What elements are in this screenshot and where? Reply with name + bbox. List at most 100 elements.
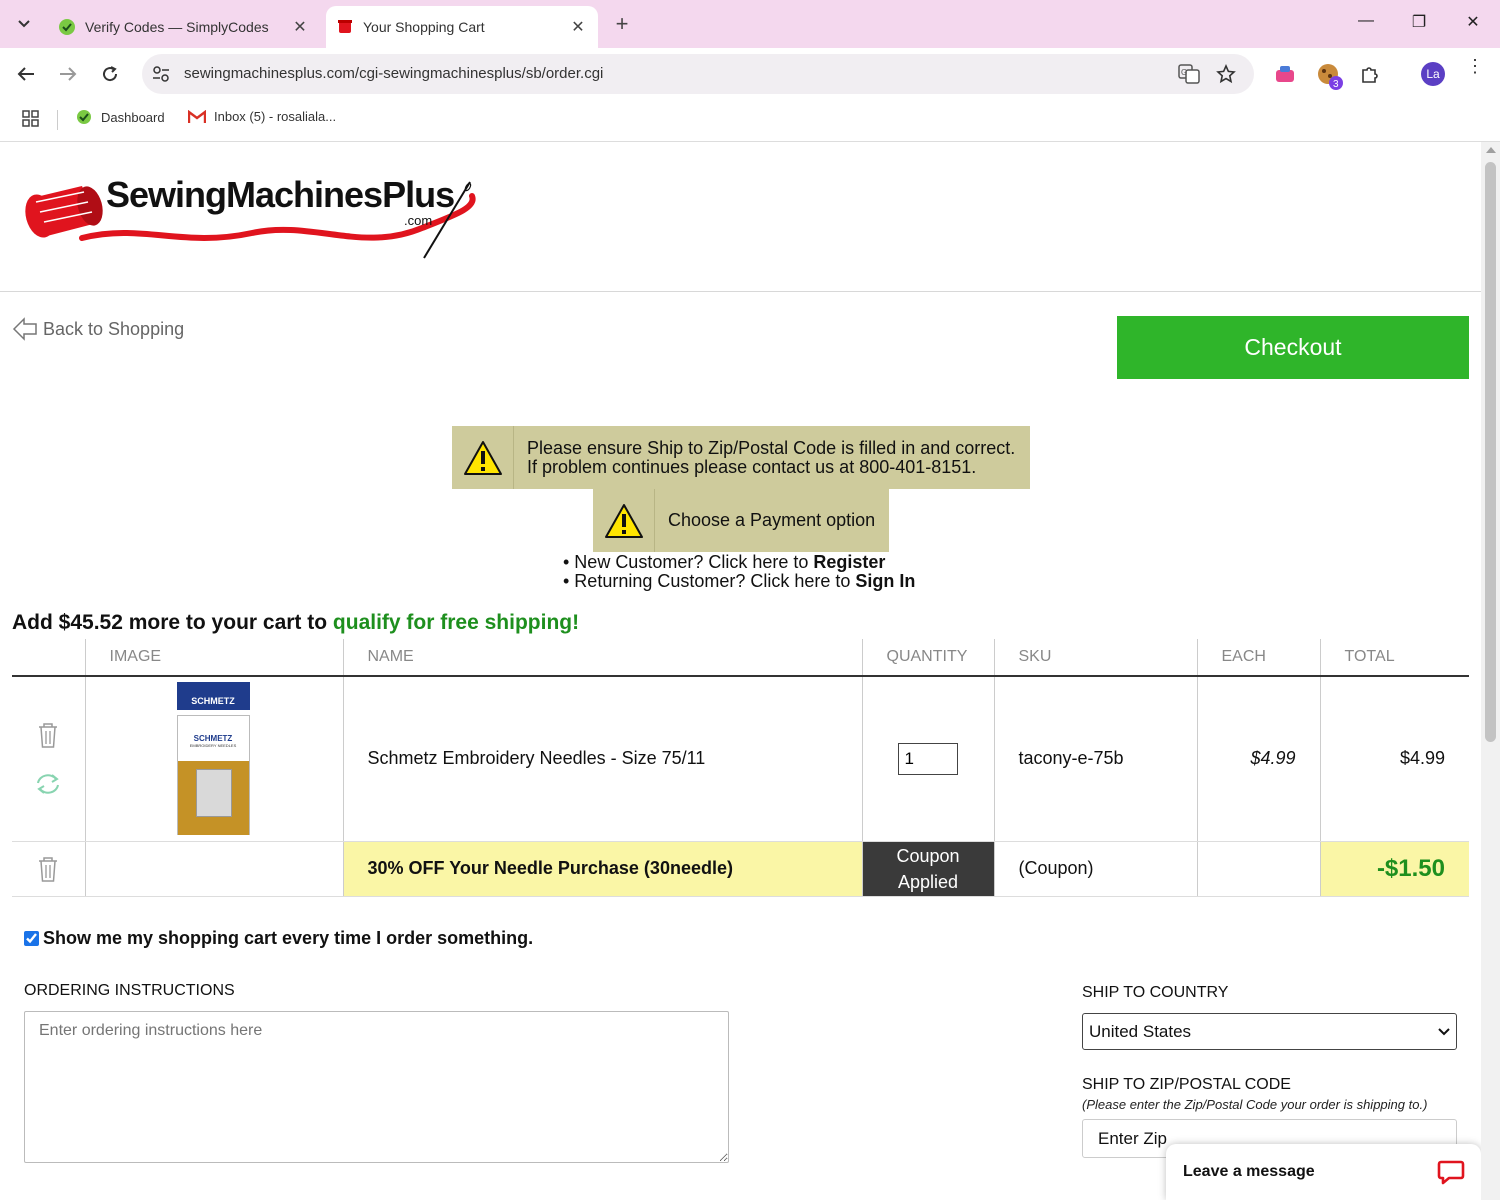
row-image: SCHMETZ SCHMETZ EMBROIDERY NEEDLES xyxy=(84,676,343,842)
returning-customer-text: • Returning Customer? Click here to xyxy=(563,571,856,591)
new-customer-text: • New Customer? Click here to xyxy=(563,552,814,572)
coupon-name: 30% OFF Your Needle Purchase (30needle) xyxy=(342,841,862,897)
product-image[interactable]: SCHMETZ SCHMETZ EMBROIDERY NEEDLES xyxy=(176,682,250,836)
free-shipping-message: Add $45.52 more to your cart to qualify … xyxy=(12,611,579,635)
restore-button[interactable]: ❐ xyxy=(1407,12,1431,32)
extension-badge: 3 xyxy=(1333,79,1339,90)
reload-icon[interactable] xyxy=(98,62,122,86)
trash-icon[interactable] xyxy=(36,855,60,883)
bookmark-divider xyxy=(57,110,58,130)
register-link[interactable]: Register xyxy=(813,552,885,572)
simplycodes-icon xyxy=(77,110,91,124)
puzzle-extensions-icon[interactable] xyxy=(1360,64,1380,84)
site-logo[interactable]: SewingMachinesPlus .com xyxy=(22,168,482,268)
ship-zip-hint: (Please enter the Zip/Postal Code your o… xyxy=(1082,1097,1428,1112)
refresh-icon[interactable] xyxy=(34,771,62,797)
back-arrow-icon[interactable] xyxy=(14,62,38,86)
warning-icon xyxy=(463,440,502,475)
header-divider xyxy=(0,291,1481,292)
scroll-up-arrow-icon[interactable] xyxy=(1486,147,1496,153)
leave-message-chat-widget[interactable]: Leave a message xyxy=(1166,1144,1481,1200)
ship-country-select[interactable]: United States xyxy=(1082,1013,1457,1050)
tab-strip: Verify Codes — SimplyCodes ✕ Your Shoppi… xyxy=(0,0,1500,48)
package-label: SCHMETZ xyxy=(193,734,233,744)
row-actions xyxy=(12,676,85,842)
translate-icon[interactable]: G xyxy=(1178,64,1200,84)
ship-zip-label: SHIP TO ZIP/POSTAL CODE xyxy=(1082,1076,1291,1093)
new-customer-line: • New Customer? Click here to Register xyxy=(563,553,915,572)
show-cart-option[interactable]: Show me my shopping cart every time I or… xyxy=(24,928,533,949)
coupon-status-line-2: Applied xyxy=(897,871,959,892)
package-brand: SCHMETZ xyxy=(176,682,250,711)
chevron-down-icon xyxy=(1438,1027,1450,1035)
ship-zip-placeholder: Enter Zip xyxy=(1098,1128,1167,1148)
cookie-extension-icon[interactable]: 3 xyxy=(1316,62,1344,90)
free-shipping-highlight: qualify for free shipping! xyxy=(332,611,580,634)
product-total-price: $4.99 xyxy=(1319,676,1469,842)
bookmark-label: Inbox (5) - rosaliala... xyxy=(214,109,337,124)
forward-arrow-icon[interactable] xyxy=(56,62,80,86)
close-tab-icon[interactable]: ✕ xyxy=(566,17,590,37)
quantity-input[interactable] xyxy=(897,742,958,775)
coupon-actions xyxy=(12,841,85,897)
page-scrollbar[interactable] xyxy=(1481,142,1500,1200)
address-bar[interactable]: sewingmachinesplus.com/cgi-sewingmachine… xyxy=(142,54,1254,94)
bookmark-star-icon[interactable] xyxy=(1216,64,1236,84)
cart-header-row: IMAGE NAME QUANTITY SKU EACH TOTAL xyxy=(12,639,1469,677)
profile-avatar[interactable]: La xyxy=(1421,62,1445,86)
back-to-shopping-link[interactable]: Back to Shopping xyxy=(12,316,184,342)
free-shipping-prefix: Add $45.52 more to your cart to xyxy=(12,611,333,634)
back-label: Back to Shopping xyxy=(43,318,185,339)
new-tab-button[interactable]: + xyxy=(609,12,635,36)
bookmark-dashboard[interactable]: Dashboard xyxy=(76,109,165,125)
minimize-button[interactable]: — xyxy=(1354,12,1378,30)
package-card: SCHMETZ EMBROIDERY NEEDLES xyxy=(176,715,250,836)
close-tab-icon[interactable]: ✕ xyxy=(288,17,312,37)
bookmark-label: Dashboard xyxy=(101,109,165,125)
menu-kebab-icon[interactable]: ⋮ xyxy=(1466,57,1484,75)
show-cart-label: Show me my shopping cart every time I or… xyxy=(43,928,534,948)
coupon-total: -$1.50 xyxy=(1319,841,1469,897)
back-arrow-icon xyxy=(12,317,37,341)
apps-grid-icon[interactable] xyxy=(22,110,40,128)
extension-app-icon[interactable] xyxy=(1274,64,1296,84)
tab-search-button[interactable] xyxy=(10,10,38,38)
alert-text: Choose a Payment option xyxy=(668,510,876,530)
warning-icon-cell xyxy=(452,426,514,489)
coupon-image-cell xyxy=(84,841,343,897)
show-cart-checkbox[interactable] xyxy=(24,931,39,946)
coupon-each-cell xyxy=(1196,841,1320,897)
ordering-instructions-label: ORDERING INSTRUCTIONS xyxy=(24,982,235,999)
tab-verify-codes[interactable]: Verify Codes — SimplyCodes ✕ xyxy=(48,6,320,48)
col-header-name: NAME xyxy=(342,639,862,677)
site-settings-icon[interactable] xyxy=(152,66,170,82)
col-header-quantity: QUANTITY xyxy=(861,639,994,677)
returning-customer-line: • Returning Customer? Click here to Sign… xyxy=(563,572,915,591)
chevron-down-icon xyxy=(18,20,30,28)
product-each-price: $4.99 xyxy=(1196,676,1320,842)
ordering-instructions-field[interactable] xyxy=(24,1011,729,1163)
col-header-image: IMAGE xyxy=(84,639,343,677)
product-sku: tacony-e-75b xyxy=(993,676,1197,842)
payment-warning-alert: Choose a Payment option xyxy=(593,489,889,552)
chat-label: Leave a message xyxy=(1183,1163,1315,1180)
bookmark-inbox[interactable]: Inbox (5) - rosaliala... xyxy=(188,109,336,124)
account-links: • New Customer? Click here to Register •… xyxy=(563,553,915,591)
zip-warning-alert: Please ensure Ship to Zip/Postal Code is… xyxy=(452,426,1030,489)
tab-shopping-cart[interactable]: Your Shopping Cart ✕ xyxy=(326,6,598,48)
col-header-actions xyxy=(12,639,85,677)
ship-country-value: United States xyxy=(1089,1021,1192,1041)
logo-text: SewingMachinesPlus xyxy=(106,174,455,215)
page-content: SewingMachinesPlus .com Back to Shopping… xyxy=(0,142,1481,1200)
sign-in-link[interactable]: Sign In xyxy=(855,571,915,591)
alert-line-1: Please ensure Ship to Zip/Postal Code is… xyxy=(527,437,1016,458)
scroll-thumb[interactable] xyxy=(1485,162,1496,742)
alert-line-2: If problem continues please contact us a… xyxy=(527,456,977,477)
checkout-button[interactable]: Checkout xyxy=(1117,316,1469,379)
warning-icon xyxy=(604,503,643,538)
trash-icon[interactable] xyxy=(36,721,60,749)
close-window-button[interactable]: ✕ xyxy=(1461,12,1485,32)
warning-icon-cell xyxy=(593,489,655,552)
product-name[interactable]: Schmetz Embroidery Needles - Size 75/11 xyxy=(342,676,862,842)
ship-country-label: SHIP TO COUNTRY xyxy=(1082,984,1229,1001)
